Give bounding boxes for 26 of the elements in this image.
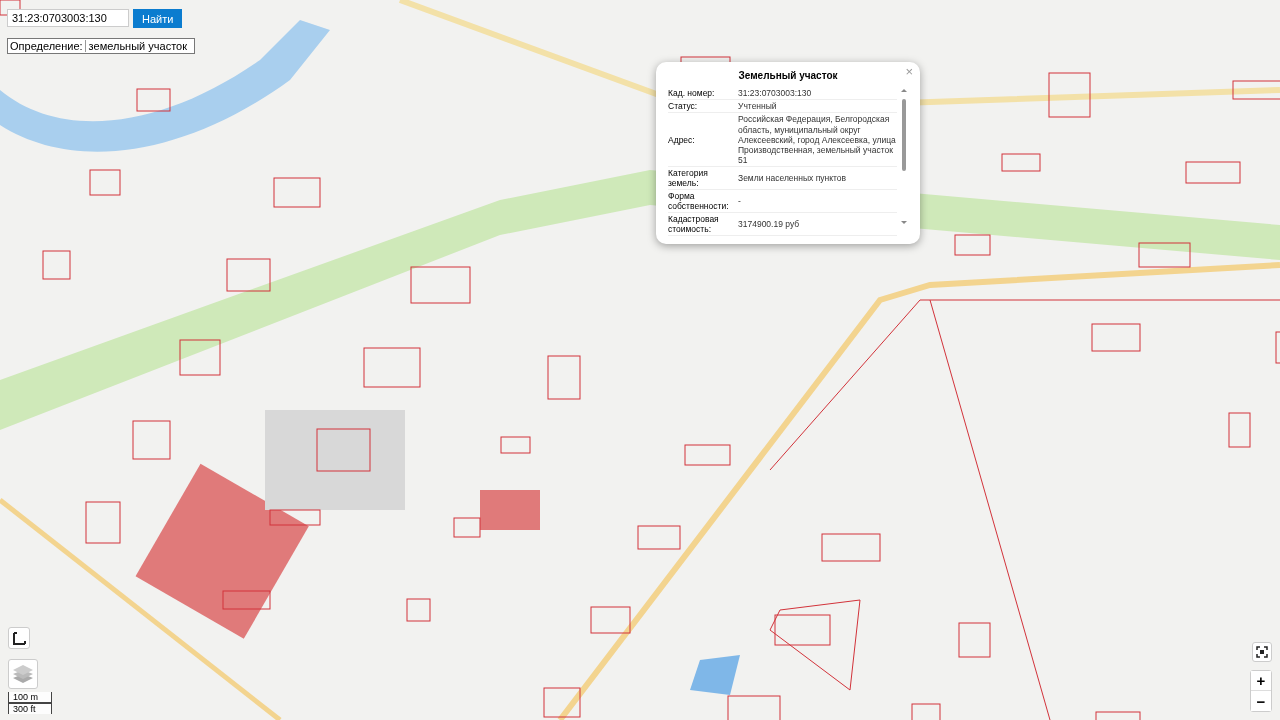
find-button[interactable]: Найти [133, 9, 183, 28]
field-label: Адрес: [668, 134, 696, 145]
cadastral-number-field[interactable]: 31:23:0703003:130 [7, 9, 129, 27]
scrollbar[interactable] [900, 87, 908, 227]
definition-dropdown[interactable]: Определение: земельный участок [7, 38, 195, 54]
scale-bar: 300 ft [8, 703, 52, 714]
field-label: Статус: [668, 101, 699, 112]
popup-title: Земельный участок [738, 70, 838, 81]
fullscreen-button[interactable] [1252, 642, 1272, 662]
field-label: Кад. номер: [668, 88, 716, 99]
field-value: 3174900.19 руб [738, 219, 801, 230]
zoom-in-button[interactable]: + [1251, 671, 1271, 691]
field-label: Кадастровая стоимость: [668, 214, 720, 235]
measure-button[interactable] [8, 627, 30, 649]
layers-button[interactable] [8, 659, 38, 689]
field-value: Земли населенных пунктов [738, 173, 848, 184]
field-value: Российская Федерация, Белгородская область, муниципальный округ Алексеевский, город Алексеевка, улица Производственная, земельный участок 51 [738, 114, 897, 166]
layers-icon [12, 664, 34, 684]
field-value: 31:23:0703003:130 [738, 88, 813, 99]
field-value: Учтенный [738, 101, 778, 112]
corner-frame-icon [12, 631, 26, 645]
field-label: Форма собственности: [668, 191, 730, 212]
scale-bar: 100 m [8, 692, 52, 703]
field-value: - [738, 196, 742, 207]
fullscreen-icon [1256, 646, 1268, 658]
field-label: Категория земель: [668, 168, 709, 189]
